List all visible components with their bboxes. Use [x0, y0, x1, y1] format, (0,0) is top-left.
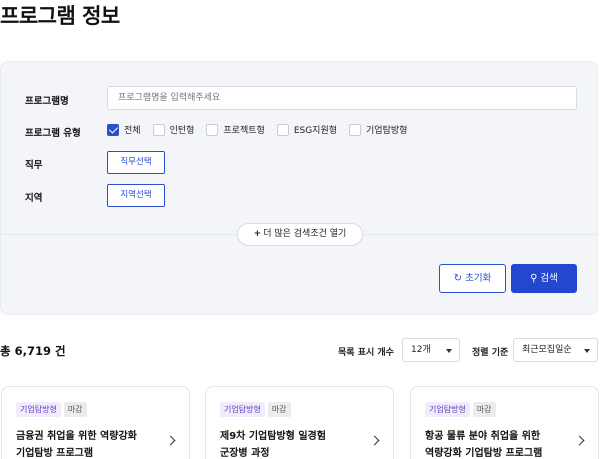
checkbox-label: 인턴형 — [169, 126, 195, 136]
page-size-label: 목록 표시 개수 — [338, 348, 394, 358]
program-name-input[interactable] — [107, 86, 577, 110]
type-badge: 기업탐방형 — [425, 402, 470, 417]
type-badge: 기업탐방형 — [16, 402, 61, 417]
status-badge: 마감 — [63, 402, 87, 417]
search-label: 검색 — [540, 273, 558, 284]
status-badge: 마감 — [472, 402, 496, 417]
result-total: 총 6,719 건 — [0, 344, 66, 358]
program-type-label: 프로그램 유형 — [25, 128, 81, 139]
checkbox-label: 전체 — [124, 126, 141, 136]
type-checkbox-intern[interactable]: 인턴형 — [152, 123, 195, 136]
card-title-line: 기업탐방 프로그램 — [16, 448, 94, 459]
program-name-label: 프로그램명 — [25, 96, 69, 107]
status-badge: 마감 — [267, 402, 291, 417]
sort-label: 정렬 기준 — [472, 348, 509, 358]
more-filters-button[interactable]: + 더 많은 검색조건 열기 — [237, 223, 363, 246]
type-checkbox-esg[interactable]: ESG지원형 — [276, 123, 338, 136]
checkbox-icon[interactable] — [206, 123, 219, 136]
card-title-line: 제9차 기업탐방형 일경험 — [220, 431, 326, 442]
more-filters-label: 더 많은 검색조건 열기 — [263, 229, 347, 239]
search-icon: ⚲ — [530, 273, 538, 284]
reset-button[interactable]: ↻ 초기화 — [439, 264, 506, 293]
chevron-right-icon — [574, 435, 585, 446]
card-title-line: 금융권 취업을 위한 역량강화 — [16, 431, 137, 442]
reset-label: 초기화 — [465, 273, 492, 284]
job-label: 직무 — [25, 160, 43, 171]
checkbox-checked-icon[interactable] — [107, 123, 119, 136]
card-title: 제9차 기업탐방형 일경험 군장병 과정 — [220, 428, 360, 459]
checkbox-icon[interactable] — [276, 123, 289, 136]
checkbox-label: 프로젝트형 — [223, 126, 265, 136]
page-title: 프로그램 정보 — [0, 4, 120, 28]
card-title-line: 군장병 과정 — [220, 448, 270, 459]
chevron-right-icon — [165, 435, 176, 446]
card-badges: 기업탐방형 마감 — [220, 402, 291, 417]
checkbox-icon[interactable] — [349, 123, 362, 136]
page-size-select[interactable]: 12개 — [402, 338, 460, 362]
program-card[interactable]: 기업탐방형 마감 제9차 기업탐방형 일경험 군장병 과정 — [205, 386, 394, 459]
card-title: 금융권 취업을 위한 역량강화 기업탐방 프로그램 — [16, 428, 156, 459]
card-badges: 기업탐방형 마감 — [16, 402, 87, 417]
caret-down-icon — [446, 349, 452, 353]
search-button[interactable]: ⚲ 검색 — [511, 264, 577, 293]
region-label: 지역 — [25, 193, 43, 204]
chevron-right-icon — [369, 435, 380, 446]
checkbox-label: 기업탐방형 — [366, 126, 408, 136]
program-card[interactable]: 기업탐방형 마감 항공 물류 분야 취업을 위한 역량강화 기업탐방 프로그램 — [410, 386, 599, 459]
checkbox-label: ESG지원형 — [293, 126, 338, 136]
program-type-checkboxes: 전체 인턴형 프로젝트형 ESG지원형 기업탐방형 — [107, 123, 419, 136]
card-badges: 기업탐방형 마감 — [425, 402, 496, 417]
caret-down-icon — [584, 349, 590, 353]
card-title: 항공 물류 분야 취업을 위한 역량강화 기업탐방 프로그램 — [425, 428, 565, 459]
job-select-button[interactable]: 직무선택 — [107, 151, 165, 174]
checkbox-icon[interactable] — [152, 123, 165, 136]
plus-icon: + — [253, 229, 262, 239]
type-badge: 기업탐방형 — [220, 402, 265, 417]
card-title-line: 역량강화 기업탐방 프로그램 — [425, 448, 543, 459]
type-checkbox-all[interactable]: 전체 — [107, 123, 141, 136]
card-title-line: 항공 물류 분야 취업을 위한 — [425, 431, 541, 442]
page-size-value: 12개 — [411, 345, 431, 355]
region-select-button[interactable]: 지역선택 — [107, 184, 165, 207]
program-card[interactable]: 기업탐방형 마감 금융권 취업을 위한 역량강화 기업탐방 프로그램 — [1, 386, 190, 459]
refresh-icon: ↻ — [453, 273, 463, 284]
sort-select[interactable]: 최근모집일순 — [513, 338, 598, 362]
sort-value: 최근모집일순 — [522, 345, 572, 355]
type-checkbox-company-visit[interactable]: 기업탐방형 — [349, 123, 407, 136]
type-checkbox-project[interactable]: 프로젝트형 — [206, 123, 265, 136]
search-panel: 프로그램명 프로그램 유형 전체 인턴형 프로젝트형 ESG지원형 기업탐방형 … — [0, 61, 598, 315]
